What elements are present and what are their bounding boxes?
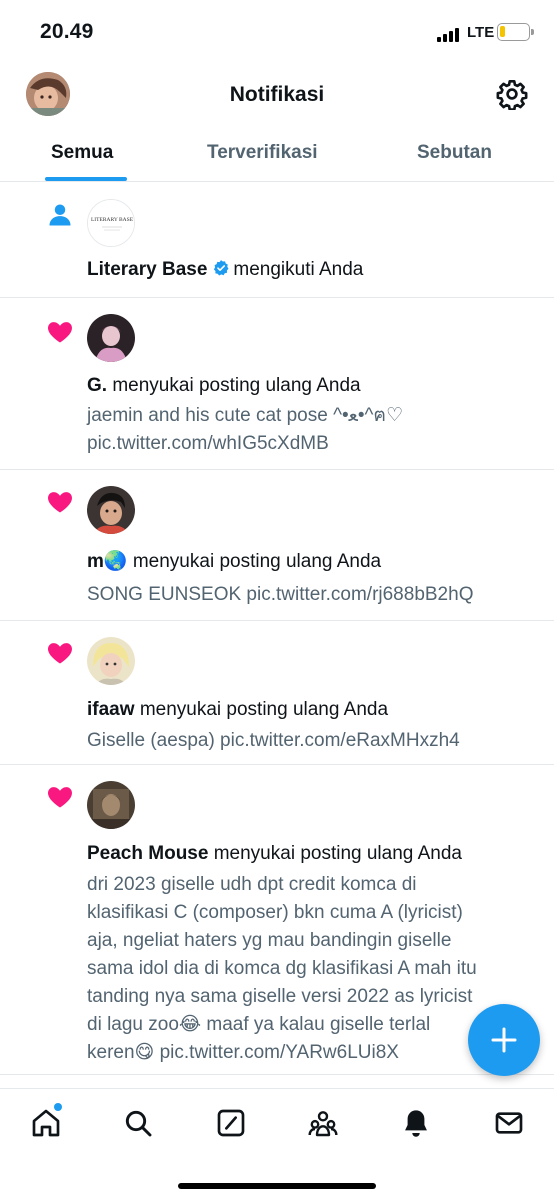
heart-icon <box>46 783 74 811</box>
page-title: Notifikasi <box>229 83 325 106</box>
heart-icon <box>46 318 74 346</box>
user-name[interactable]: m🌏 <box>87 551 128 572</box>
notification-item[interactable]: ifaaw menyukai posting ulang Anda Gisell… <box>0 621 554 765</box>
post-text-line: tanding nya sama giselle versi 2022 as l… <box>87 986 473 1007</box>
notification-text: Literary Base mengikuti Anda <box>87 256 537 284</box>
post-text-line: aja, ngeliat haters yg mau bandingin gis… <box>87 930 452 951</box>
avatar[interactable] <box>87 486 135 534</box>
verified-icon <box>212 258 230 276</box>
post-text: jaemin and his cute cat pose ^•ﻌ•^ฅ♡ <box>87 405 404 426</box>
user-name[interactable]: G. <box>87 375 107 396</box>
notification-text: m🌏 menyukai posting ulang Anda <box>87 548 537 576</box>
unread-dot <box>54 1103 62 1111</box>
notification-text: Peach Mouse menyukai posting ulang Anda <box>87 840 537 868</box>
battery-icon <box>497 23 534 41</box>
svg-text:LITERARY BASE: LITERARY BASE <box>91 217 134 223</box>
user-name[interactable]: ifaaw <box>87 699 135 720</box>
notification-action: menyukai posting ulang Anda <box>132 551 382 572</box>
notification-action: menyukai posting ulang Anda <box>213 843 462 864</box>
compose-icon <box>491 1027 517 1053</box>
post-text-line: klasifikasi C (composer) bkn cuma A (lyr… <box>87 902 463 923</box>
messages-icon[interactable] <box>493 1107 525 1139</box>
notification-text: ifaaw menyukai posting ulang Anda <box>87 696 537 724</box>
user-name[interactable]: Literary Base <box>87 259 207 280</box>
active-tab-indicator <box>45 177 127 181</box>
post-text: SONG EUNSEOK pic.twitter.com/rj688bB2hQ <box>87 584 474 605</box>
avatar[interactable] <box>87 314 135 362</box>
heart-icon <box>46 488 74 516</box>
tab-bar: Semua Terverifikasi Sebutan <box>0 126 554 182</box>
notification-item[interactable]: m🌏 menyukai posting ulang Anda SONG EUNS… <box>0 470 554 621</box>
home-icon[interactable] <box>30 1107 62 1139</box>
home-indicator <box>178 1183 376 1189</box>
post-text-line: sama idol dia di komca dg klasifikasi A … <box>87 958 477 979</box>
status-time: 20.49 <box>40 20 94 43</box>
network-label: LTE <box>467 24 495 41</box>
tab-verified[interactable]: Terverifikasi <box>207 142 318 164</box>
compose-button[interactable] <box>468 1004 540 1076</box>
avatar[interactable] <box>87 781 135 829</box>
status-bar: 20.49 LTE <box>0 0 554 64</box>
settings-icon[interactable] <box>496 78 528 111</box>
avatar[interactable]: LITERARY BASE <box>87 199 135 247</box>
notification-item[interactable]: LITERARY BASE Literary Base mengikuti And… <box>0 183 554 298</box>
post-text-line: di lagu zoo😂 maaf ya kalau giselle terla… <box>87 1014 431 1035</box>
notification-action: menyukai posting ulang Anda <box>139 699 389 720</box>
tab-mentions[interactable]: Sebutan <box>417 142 492 164</box>
notification-text: G. menyukai posting ulang Anda <box>87 372 537 400</box>
grok-icon[interactable] <box>215 1107 247 1139</box>
heart-icon <box>46 639 74 667</box>
tab-all[interactable]: Semua <box>51 142 113 164</box>
search-icon[interactable] <box>122 1107 154 1139</box>
signal-icon <box>437 26 463 42</box>
post-text: Giselle (aespa) pic.twitter.com/eRaxMHxz… <box>87 730 460 751</box>
person-icon <box>46 201 74 229</box>
notifications-icon[interactable] <box>400 1107 432 1139</box>
user-name[interactable]: Peach Mouse <box>87 843 208 864</box>
header: Notifikasi <box>0 64 554 126</box>
avatar[interactable] <box>87 637 135 685</box>
notification-action: mengikuti Anda <box>233 259 364 280</box>
notification-item[interactable]: G. menyukai posting ulang Anda jaemin an… <box>0 298 554 470</box>
communities-icon[interactable] <box>307 1107 339 1139</box>
notification-action: menyukai posting ulang Anda <box>112 375 361 396</box>
post-text-line: dri 2023 giselle udh dpt credit komca di <box>87 874 417 895</box>
post-link[interactable]: pic.twitter.com/whIG5cXdMB <box>87 430 537 458</box>
